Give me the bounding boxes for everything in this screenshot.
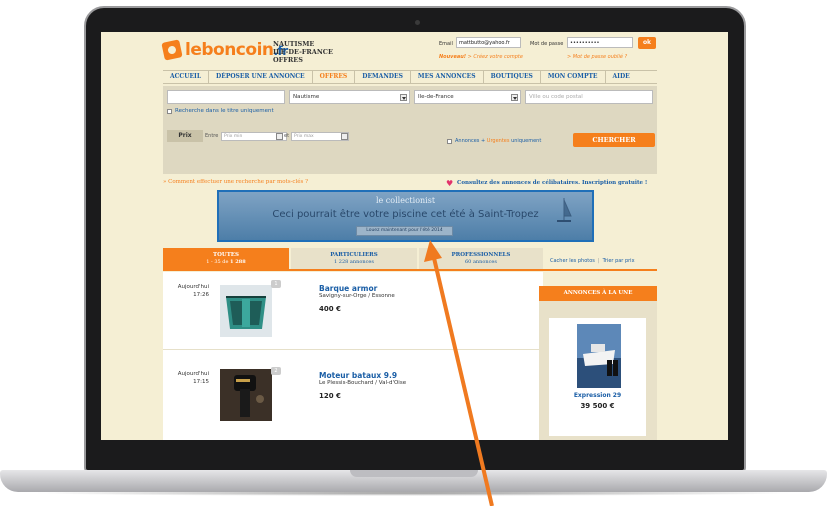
region-value: Ile-de-France [418,94,454,100]
checkbox-icon [167,108,172,114]
nav-deposer[interactable]: DÉPOSER UNE ANNONCE [209,71,313,83]
banner-headline: Ceci pourrait être votre piscine cet été… [272,209,539,220]
nav-mon-compte[interactable]: MON COMPTE [541,71,606,83]
featured-card[interactable]: Expression 29 39 500 € [549,318,646,436]
breadcrumb: NAUTISME ILE-DE-FRANCE OFFRES [273,40,333,64]
search-input[interactable] [167,90,285,104]
listing-location: Le Plessis-Bouchard / Val-d'Oise [319,380,407,386]
search-button[interactable]: CHERCHER [573,133,655,147]
heart-icon: ♥ [446,178,454,188]
site-logo[interactable]: leboncoin.fr [161,39,288,61]
nav-demandes[interactable]: DEMANDES [355,71,411,83]
nav-boutiques[interactable]: BOUTIQUES [484,71,541,83]
site-header: leboncoin.fr NAUTISME ILE-DE-FRANCE OFFR… [101,32,728,68]
breadcrumb-type: OFFRES [273,56,303,64]
chevron-down-icon [511,94,518,101]
listing-options: Cacher les photos | Trier par prix [550,258,635,264]
nav-aide[interactable]: AIDE [606,71,637,83]
email-label: Email [439,41,453,47]
list-item[interactable]: Aujourd'hui 17:26 1 Barque armor Savigny-… [163,272,543,350]
featured-photo[interactable] [577,324,621,388]
browser-screen: leboncoin.fr NAUTISME ILE-DE-FRANCE OFFR… [101,32,728,440]
checkbox-icon [447,138,452,144]
list-item[interactable]: Aujourd'hui 17:15 2 Moteur bataux 9.9 Le … [163,359,543,437]
tab-toutes[interactable]: TOUTES 1 - 35 de 1 288 [163,248,289,270]
city-placeholder: Ville ou code postal [529,94,583,100]
sort-price-link[interactable]: Trier par prix [603,258,635,264]
breadcrumb-region: ILE-DE-FRANCE [273,48,333,56]
category-value: Nautisme [293,94,320,100]
listing-title[interactable]: Barque armor [319,284,377,293]
listing-date: Aujourd'hui 17:26 [177,284,209,298]
region-select[interactable]: Ile-de-France [414,90,521,104]
breadcrumb-category: NAUTISME [273,40,315,48]
chevron-down-icon [341,133,348,140]
photo-count-badge: 2 [271,367,281,375]
listing-title[interactable]: Moteur bataux 9.9 [319,371,397,380]
listing-location: Savigny-sur-Orge / Essonne [319,293,395,299]
search-panel: Nautisme Ile-de-France Ville ou code pos… [163,86,657,174]
password-field[interactable]: •••••••••• [567,37,633,48]
nav-accueil[interactable]: ACCUEIL [163,71,210,83]
city-input[interactable]: Ville ou code postal [525,90,653,104]
sailboard-icon [557,198,572,222]
listing-date: Aujourd'hui 17:15 [177,371,209,385]
featured-header: ANNONCES À LA UNE [539,286,657,301]
login-ok-button[interactable]: ok [638,37,656,49]
listing-tabs: TOUTES 1 - 35 de 1 288 PARTICULIERS 1 22… [163,248,543,270]
nav-mes-annonces[interactable]: MES ANNONCES [411,71,484,83]
tab-particuliers[interactable]: PARTICULIERS 1 228 annonces [290,248,417,270]
password-label: Mot de passe [530,41,564,47]
photo-count-badge: 1 [271,280,281,288]
listing-photo[interactable] [220,285,272,337]
email-field[interactable]: mattbutto@yahoo.fr [456,37,521,48]
urgent-only-checkbox[interactable]: Annonces + Urgentes uniquement [447,138,541,144]
ad-banner[interactable]: le collectionist Ceci pourrait être votr… [217,190,594,242]
and-label: et [284,133,290,139]
featured-name[interactable]: Expression 29 [549,392,646,399]
featured-sidebar: ANNONCES À LA UNE Expression 29 39 500 € [539,286,657,440]
webcam [415,20,420,25]
logo-icon [161,39,183,61]
listing-price: 400 € [319,305,341,313]
banner-cta-button[interactable]: Louez maintenant pour l'été 2014 [356,226,453,236]
celibataires-link[interactable]: ♥ Consultez des annonces de célibataires.… [446,179,647,187]
listing-photo[interactable] [220,369,272,421]
laptop-notch [350,470,478,477]
keyword-help-link[interactable]: » Comment effectuer une recherche par mo… [163,179,308,185]
laptop-frame: leboncoin.fr NAUTISME ILE-DE-FRANCE OFFR… [0,0,827,506]
title-only-checkbox[interactable]: Recherche dans le titre uniquement [167,108,274,114]
featured-price: 39 500 € [580,402,615,410]
chevron-down-icon [276,133,283,140]
between-label: Entre [205,133,219,139]
create-account-link[interactable]: Nouveau! > Créez votre compte [439,54,523,60]
price-label: Prix [167,130,203,142]
tab-professionnels[interactable]: PROFESSIONNELS 60 annonces [418,248,543,270]
hide-photos-link[interactable]: Cacher les photos [550,258,595,264]
nav-offres[interactable]: OFFRES [313,71,356,83]
category-select[interactable]: Nautisme [289,90,410,104]
chevron-down-icon [400,94,407,101]
tab-underline [163,269,657,271]
listing-price: 120 € [319,392,341,400]
forgot-password-link[interactable]: > Mot de passe oublié ? [567,54,627,60]
banner-title: le collectionist [375,196,436,205]
main-nav: ACCUEIL DÉPOSER UNE ANNONCE OFFRES DEMAN… [163,70,657,84]
listing-list: Aujourd'hui 17:26 1 Barque armor Savigny-… [163,272,543,440]
